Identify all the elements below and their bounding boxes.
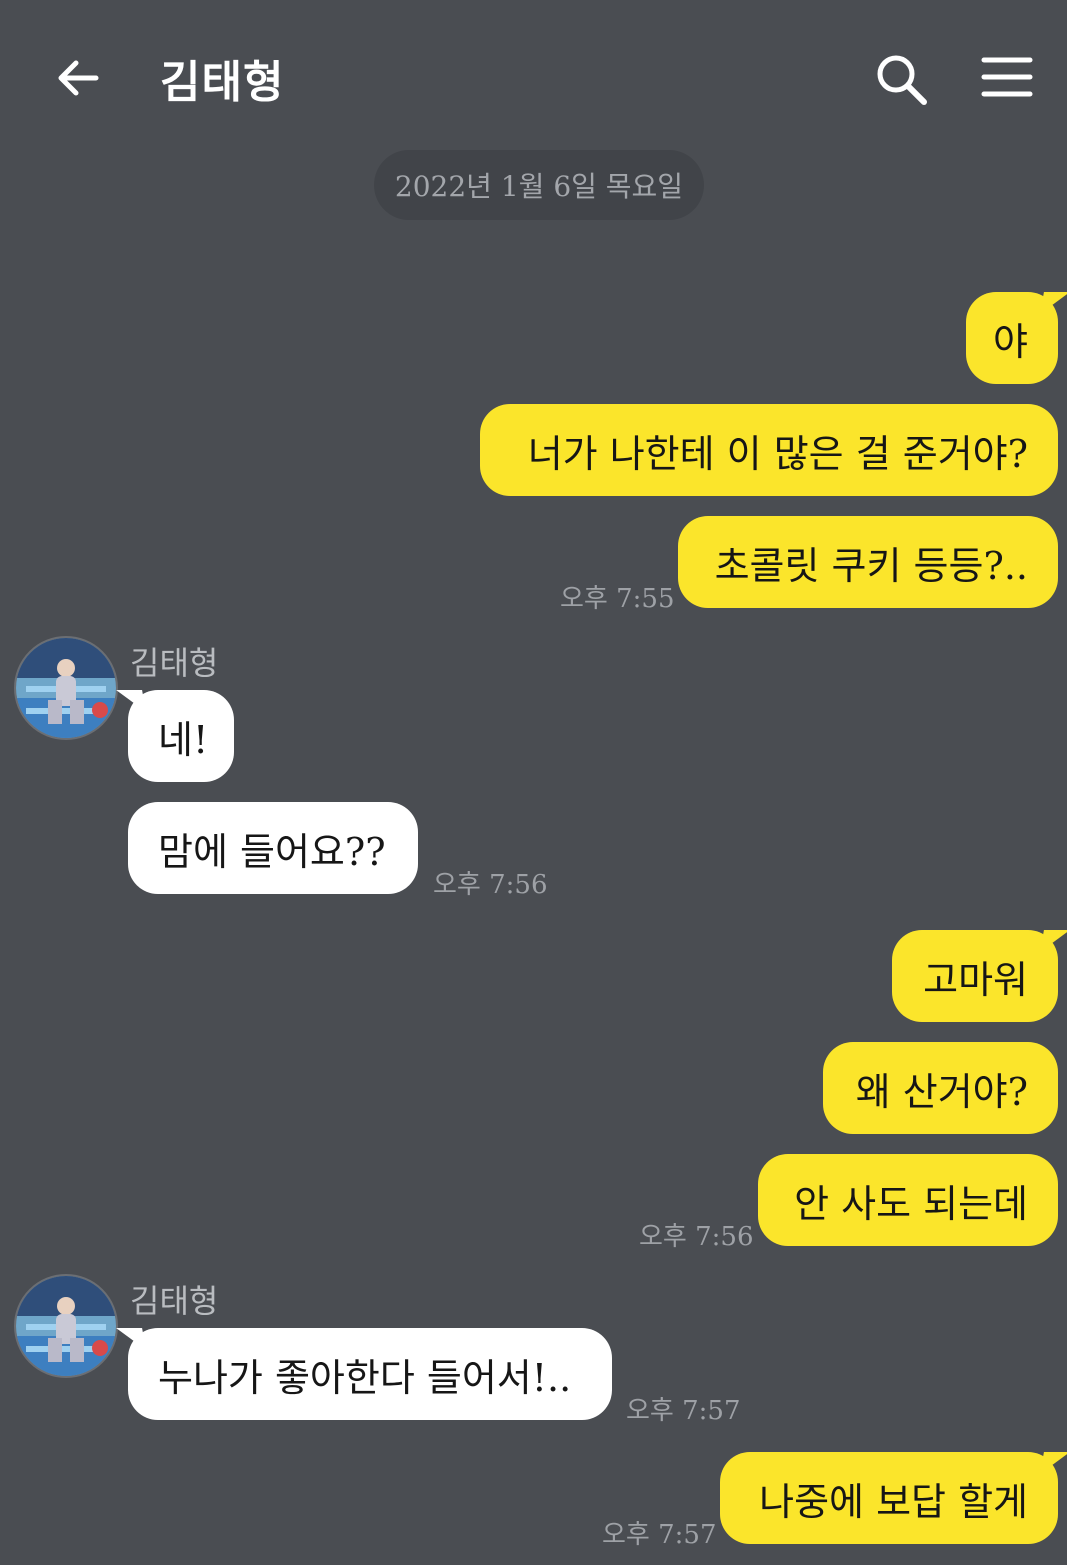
their-message-bubble[interactable]: 맘에 들어요??	[128, 802, 418, 894]
message-time: 오후 7:57	[602, 1520, 717, 1550]
message-text: 맘에 들어요??	[158, 829, 386, 874]
search-icon	[877, 55, 927, 105]
their-message-bubble[interactable]: 네!	[128, 690, 234, 782]
sender-name: 김태형	[130, 644, 219, 682]
chat-title: 김태형	[160, 57, 285, 108]
my-message-bubble[interactable]: 초콜릿 쿠키 등등?..	[678, 516, 1058, 608]
message-text: 나중에 보답 할게	[759, 1479, 1028, 1524]
avatar[interactable]	[14, 636, 118, 740]
my-message-bubble[interactable]: 고마워	[892, 930, 1058, 1022]
profile-photo	[16, 638, 116, 738]
message-text: 너가 나한테 이 많은 걸 준거야?	[527, 431, 1028, 476]
sender-name: 김태형	[130, 1282, 219, 1320]
date-divider: 2022년 1월 6일 목요일	[374, 150, 704, 220]
hamburger-menu-icon	[981, 57, 1033, 97]
arrow-left-icon	[58, 60, 99, 96]
avatar[interactable]	[14, 1274, 118, 1378]
message-text: 안 사도 되는데	[794, 1181, 1028, 1226]
message-text: 야	[993, 319, 1028, 364]
message-time: 오후 7:57	[626, 1396, 741, 1426]
message-time: 오후 7:56	[433, 870, 548, 900]
my-message-bubble[interactable]: 안 사도 되는데	[758, 1154, 1058, 1246]
menu-button[interactable]	[978, 52, 1038, 104]
my-message-bubble[interactable]: 왜 산거야?	[823, 1042, 1058, 1134]
message-text: 초콜릿 쿠키 등등?..	[714, 543, 1028, 588]
their-message-bubble[interactable]: 누나가 좋아한다 들어서!..	[128, 1328, 612, 1420]
message-text: 네!	[158, 717, 209, 762]
message-text: 누나가 좋아한다 들어서!..	[158, 1355, 572, 1400]
my-message-bubble[interactable]: 나중에 보답 할게	[720, 1452, 1058, 1544]
top-bar: 김태형	[0, 0, 1067, 150]
message-text: 왜 산거야?	[855, 1069, 1028, 1114]
profile-photo	[16, 1276, 116, 1376]
back-button[interactable]	[50, 50, 106, 106]
search-button[interactable]	[872, 50, 932, 110]
message-time: 오후 7:56	[639, 1222, 754, 1252]
message-text: 고마워	[923, 957, 1028, 1002]
message-time: 오후 7:55	[560, 584, 675, 614]
my-message-bubble[interactable]: 너가 나한테 이 많은 걸 준거야?	[480, 404, 1058, 496]
my-message-bubble[interactable]: 야	[966, 292, 1058, 384]
